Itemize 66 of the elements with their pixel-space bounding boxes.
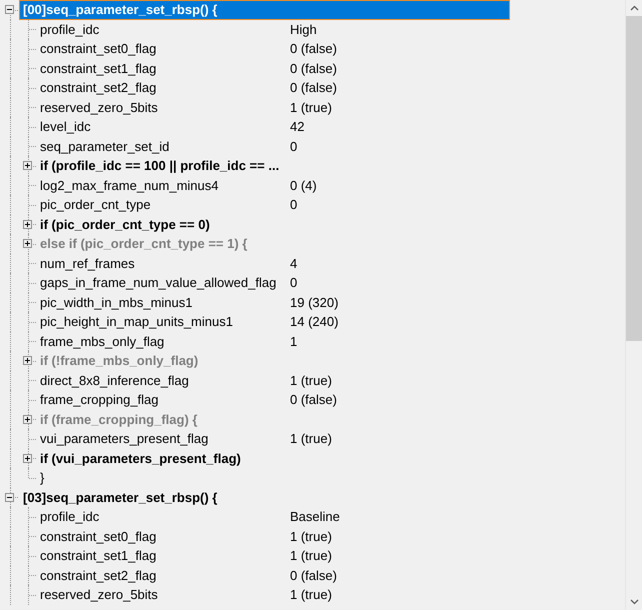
field-name: direct_8x8_inference_flag <box>39 372 190 388</box>
field-name: level_idc <box>39 119 92 134</box>
plus-icon <box>24 454 31 462</box>
field-value: 19 (320) <box>290 294 338 310</box>
field-value: 0 (false) <box>290 80 337 96</box>
field-value: 1 (true) <box>290 528 332 544</box>
field-value: 0 (false) <box>290 392 337 408</box>
field-name: constraint_set2_flag <box>39 568 158 583</box>
field-value: 0 <box>290 197 298 212</box>
field-value: 0 (4) <box>290 178 317 193</box>
expand-button[interactable] <box>23 161 32 170</box>
collapse-button[interactable] <box>5 5 14 14</box>
field-value: Baseline <box>290 509 340 524</box>
minus-icon <box>6 6 13 13</box>
branch-label[interactable]: if (profile_idc == 100 || profile_idc == ... <box>36 158 280 174</box>
field-value: 0 (false) <box>290 568 337 583</box>
plus-icon <box>24 220 31 228</box>
field-value: 4 <box>290 256 298 271</box>
branch-label[interactable]: if (vui_parameters_present_flag) <box>36 450 241 466</box>
field-value: 1 (true) <box>290 431 332 446</box>
field-value: 0 <box>290 275 298 290</box>
scroll-down-icon[interactable] <box>630 599 638 605</box>
field-name: constraint_set0_flag <box>39 41 158 56</box>
field-value: 1 (true) <box>290 587 332 602</box>
field-name: pic_width_in_mbs_minus1 <box>39 294 194 310</box>
expand-button[interactable] <box>23 454 32 462</box>
field-value: 0 (false) <box>290 60 337 76</box>
field-name: constraint_set0_flag <box>39 528 158 544</box>
field-value: 42 <box>290 119 304 134</box>
field-value: 1 (true) <box>290 372 332 388</box>
expand-button[interactable] <box>23 220 32 228</box>
collapse-button[interactable] <box>5 492 14 502</box>
scrollbar-thumb[interactable] <box>626 16 642 341</box>
field-name: reserved_zero_5bits <box>39 587 159 602</box>
plus-icon <box>24 240 31 247</box>
scrollbar[interactable] <box>625 0 642 610</box>
tree-node-label[interactable]: [03]seq_parameter_set_rbsp() { <box>19 488 510 507</box>
scroll-up-icon[interactable] <box>630 5 638 11</box>
field-name: log2_max_frame_num_minus4 <box>39 178 220 193</box>
field-name: vui_parameters_present_flag <box>39 431 210 446</box>
tree-node-label[interactable]: [00]seq_parameter_set_rbsp() { <box>19 0 510 20</box>
branch-label[interactable]: if (pic_order_cnt_type == 0) <box>36 216 210 232</box>
field-value: 1 <box>290 334 298 349</box>
field-name: profile_idc <box>39 22 100 37</box>
field-name: seq_parameter_set_id <box>39 138 170 154</box>
field-value: 0 (false) <box>290 41 337 56</box>
field-name: pic_height_in_map_units_minus1 <box>39 314 234 330</box>
field-value: 14 (240) <box>290 314 338 330</box>
field-value: 0 <box>290 138 298 154</box>
field-name: profile_idc <box>39 509 100 524</box>
field-name: constraint_set1_flag <box>39 60 158 76</box>
field-name: constraint_set1_flag <box>39 548 158 564</box>
field-name: constraint_set2_flag <box>39 80 158 96</box>
field-value: 1 (true) <box>290 100 332 115</box>
field-name: frame_mbs_only_flag <box>39 334 166 349</box>
field-name: frame_cropping_flag <box>39 392 160 408</box>
field-name: gaps_in_frame_num_value_allowed_flag <box>39 275 278 290</box>
closing-brace: } <box>39 470 46 486</box>
field-name: num_ref_frames <box>39 256 136 271</box>
field-value: High <box>290 22 317 37</box>
plus-icon <box>24 416 31 422</box>
field-name: pic_order_cnt_type <box>39 197 152 212</box>
field-name: reserved_zero_5bits <box>39 100 159 115</box>
field-value: 1 (true) <box>290 548 332 564</box>
plus-icon <box>24 357 31 364</box>
plus-icon <box>24 162 31 169</box>
